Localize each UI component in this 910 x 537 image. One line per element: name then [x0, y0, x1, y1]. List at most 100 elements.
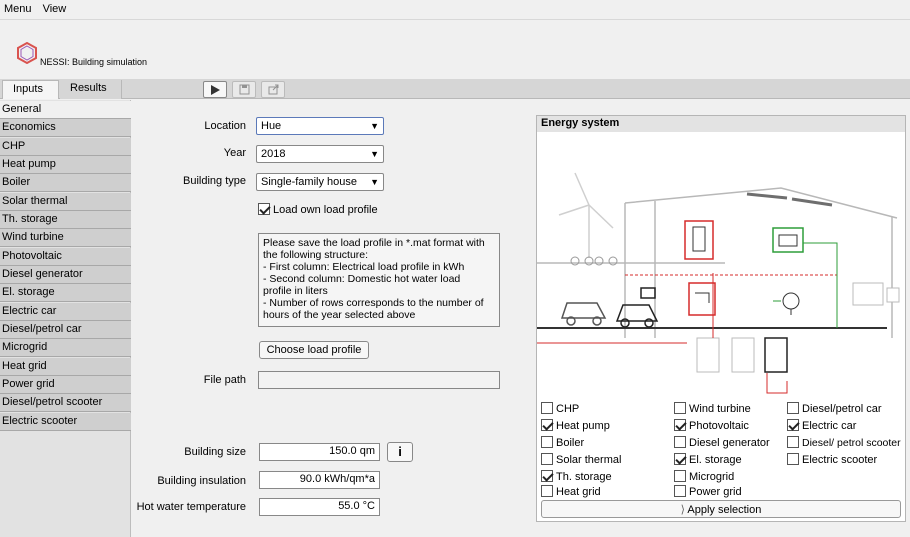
- checkbox-label: Boiler: [556, 437, 585, 449]
- app-title: NESSI: Building simulation: [40, 57, 148, 67]
- checkbox-icon: [674, 470, 686, 482]
- hot-water-temperature-label: Hot water temperature: [136, 501, 246, 513]
- sidebar-item-photovoltaic[interactable]: Photovoltaic: [0, 248, 131, 266]
- building-insulation-field[interactable]: 90.0 kWh/qm*a: [259, 471, 380, 489]
- load-profile-info-text: Please save the load profile in *.mat fo…: [263, 237, 485, 321]
- checkbox-label: Power grid: [689, 486, 742, 498]
- checkbox-icon: [674, 402, 686, 414]
- checkbox-diesel-petrol-car[interactable]: Diesel/petrol car: [787, 402, 881, 415]
- battery-icon: [772, 227, 804, 253]
- heat-pump-icon: [696, 337, 788, 373]
- checkbox-microgrid[interactable]: Microgrid: [674, 470, 734, 483]
- menu-item-view[interactable]: View: [39, 0, 71, 15]
- checkbox-label: Electric scooter: [802, 454, 878, 466]
- checkbox-photovoltaic[interactable]: Photovoltaic: [674, 419, 749, 432]
- checkbox-icon: [787, 453, 799, 465]
- scooter-icon: [570, 256, 618, 266]
- tab-inputs[interactable]: Inputs: [2, 80, 59, 99]
- sidebar-item-diesel-petrol-scooter[interactable]: Diesel/petrol scooter: [0, 394, 131, 412]
- energy-system-diagram: [537, 172, 900, 394]
- checkbox-diesel-generator[interactable]: Diesel generator: [674, 436, 770, 449]
- sidebar-item-microgrid[interactable]: Microgrid: [0, 339, 131, 357]
- checkbox-power-grid[interactable]: Power grid: [674, 485, 742, 498]
- sidebar-item-chp[interactable]: CHP: [0, 138, 131, 156]
- checkbox-heat-grid[interactable]: Heat grid: [541, 485, 601, 498]
- sidebar-item-diesel-petrol-car[interactable]: Diesel/petrol car: [0, 321, 131, 339]
- sidebar-item-solar-thermal[interactable]: Solar thermal: [0, 193, 131, 211]
- file-path-field[interactable]: [258, 371, 500, 389]
- nessi-logo-icon: [17, 42, 37, 64]
- sidebar-item-electric-scooter[interactable]: Electric scooter: [0, 413, 131, 431]
- building-type-select[interactable]: Single-family house ▼: [256, 173, 384, 191]
- year-value: 2018: [261, 148, 286, 160]
- sidebar-item-power-grid[interactable]: Power grid: [0, 376, 131, 394]
- building-type-label: Building type: [183, 175, 246, 187]
- export-button[interactable]: [261, 81, 285, 98]
- checkbox-electric-car[interactable]: Electric car: [787, 419, 856, 432]
- sidebar-item-diesel-generator[interactable]: Diesel generator: [0, 266, 131, 284]
- sidebar-item-general[interactable]: General: [0, 101, 131, 119]
- apply-selection-button[interactable]: ⟩ Apply selection: [541, 500, 901, 518]
- checkbox-label: Diesel generator: [689, 437, 770, 449]
- checkbox-electric-scooter[interactable]: Electric scooter: [787, 453, 877, 466]
- location-value: Hue: [261, 120, 282, 132]
- checkbox-icon: [541, 470, 553, 482]
- checkbox-icon: [674, 453, 686, 465]
- checkbox-wind-turbine[interactable]: Wind turbine: [674, 402, 751, 415]
- sidebar-item-boiler[interactable]: Boiler: [0, 174, 131, 192]
- sidebar-item-economics[interactable]: Economics: [0, 119, 131, 137]
- sidebar-item-electric-car[interactable]: Electric car: [0, 303, 131, 321]
- file-path-label: File path: [203, 374, 246, 386]
- checkbox-icon: [787, 419, 799, 431]
- checkbox-label: Heat pump: [556, 420, 610, 432]
- thermal-storage-icon: [684, 220, 714, 260]
- toolbar: [0, 79, 910, 99]
- location-select[interactable]: Hue ▼: [256, 117, 384, 135]
- save-icon: [239, 84, 249, 95]
- building-size-label: Building size: [184, 446, 246, 458]
- checkbox-icon: [541, 453, 553, 465]
- sidebar-item-heat-pump[interactable]: Heat pump: [0, 156, 131, 174]
- checkbox-label: Diesel/petrol car: [802, 403, 882, 415]
- sidebar-item-wind-turbine[interactable]: Wind turbine: [0, 229, 131, 247]
- checkbox-th-storage[interactable]: Th. storage: [541, 470, 612, 483]
- checkbox-el-storage[interactable]: El. storage: [674, 453, 742, 466]
- light-bulb-icon: [773, 292, 800, 315]
- checkbox-label: Microgrid: [689, 471, 735, 483]
- sidebar-item-th-storage[interactable]: Th. storage: [0, 211, 131, 229]
- choose-load-profile-button[interactable]: Choose load profile: [259, 341, 369, 359]
- checkbox-label: Diesel/ petrol scooter: [802, 437, 901, 449]
- checkbox-boiler[interactable]: Boiler: [541, 436, 584, 449]
- save-button[interactable]: [232, 81, 256, 98]
- dropdown-arrow-icon: ▼: [370, 121, 379, 131]
- building-size-info-button[interactable]: i: [387, 442, 413, 462]
- checkbox-icon: [541, 485, 553, 497]
- sidebar-item-heat-grid[interactable]: Heat grid: [0, 358, 131, 376]
- checkbox-solar-thermal[interactable]: Solar thermal: [541, 453, 621, 466]
- energy-system-panel: Energy system CHP Heat pump Boiler Solar…: [536, 115, 906, 522]
- hot-water-temperature-field[interactable]: 55.0 °C: [259, 498, 380, 516]
- checkbox-chp[interactable]: CHP: [541, 402, 579, 415]
- house-outline: [537, 187, 898, 338]
- building-insulation-label: Building insulation: [157, 475, 246, 487]
- building-type-value: Single-family house: [261, 176, 357, 188]
- tab-results[interactable]: Results: [60, 80, 122, 99]
- building-size-field[interactable]: 150.0 qm: [259, 443, 380, 461]
- dropdown-arrow-icon: ▼: [370, 149, 379, 159]
- year-select[interactable]: 2018 ▼: [256, 145, 384, 163]
- checkbox-label: Heat grid: [556, 486, 601, 498]
- car-icon: [560, 302, 607, 326]
- checkbox-diesel-petrol-scooter[interactable]: Diesel/ petrol scooter: [787, 436, 901, 449]
- checkbox-label: El. storage: [689, 454, 742, 466]
- apply-selection-label: Apply selection: [687, 504, 762, 516]
- run-button[interactable]: [203, 81, 227, 98]
- year-label: Year: [223, 147, 246, 159]
- checkbox-icon: [541, 419, 553, 431]
- sidebar-item-el-storage[interactable]: El. storage: [0, 284, 131, 302]
- checkbox-label: Solar thermal: [556, 454, 622, 466]
- load-profile-checkbox[interactable]: Load own load profile: [258, 203, 378, 216]
- checkbox-heat-pump[interactable]: Heat pump: [541, 419, 610, 432]
- electric-car-icon: [615, 287, 659, 328]
- checkbox-icon: [258, 203, 270, 215]
- menu-item-menu[interactable]: Menu: [0, 0, 36, 15]
